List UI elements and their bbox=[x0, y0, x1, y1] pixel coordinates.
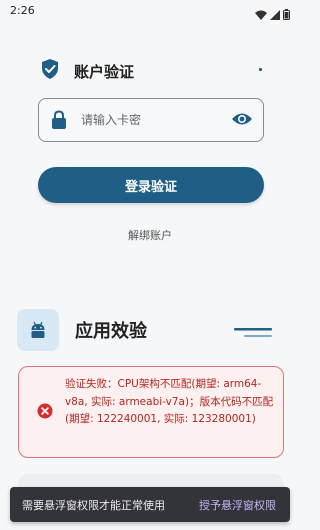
android-icon bbox=[31, 321, 45, 338]
auth-header: 账户验证 bbox=[40, 58, 134, 84]
unbind-account-link[interactable]: 解绑账户 bbox=[0, 227, 300, 243]
status-time: 2:26 bbox=[10, 4, 35, 17]
grant-overlay-permission-button[interactable]: 授予悬浮窗权限 bbox=[199, 497, 276, 513]
header-dot bbox=[259, 68, 262, 71]
decorative-lines bbox=[234, 325, 272, 344]
verify-error-card: 验证失败：CPU架构不匹配(期望: arm64-v8a, 实际: armeabi… bbox=[18, 366, 284, 458]
signal-icon bbox=[270, 5, 280, 24]
app-verify-title: 应用效验 bbox=[75, 321, 147, 342]
shield-check-icon bbox=[40, 58, 60, 84]
snackbar-message: 需要悬浮窗权限才能正常使用 bbox=[22, 499, 165, 512]
app-verify-icon-box bbox=[17, 309, 59, 351]
lock-icon bbox=[51, 110, 67, 134]
status-bar: 2:26 bbox=[0, 0, 300, 24]
visibility-toggle-icon[interactable] bbox=[231, 111, 253, 131]
auth-title: 账户验证 bbox=[74, 62, 135, 81]
snackbar: 需要悬浮窗权限才能正常使用 授予悬浮窗权限 bbox=[10, 487, 290, 522]
wifi-icon bbox=[255, 5, 267, 24]
status-icons bbox=[255, 5, 290, 24]
error-circle-icon bbox=[37, 403, 53, 423]
error-message: 验证失败：CPU架构不匹配(期望: arm64-v8a, 实际: armeabi… bbox=[65, 378, 274, 425]
battery-icon bbox=[283, 5, 290, 24]
login-verify-button[interactable]: 登录验证 bbox=[38, 167, 264, 203]
card-key-field[interactable] bbox=[38, 98, 264, 142]
card-key-input[interactable] bbox=[81, 109, 221, 131]
